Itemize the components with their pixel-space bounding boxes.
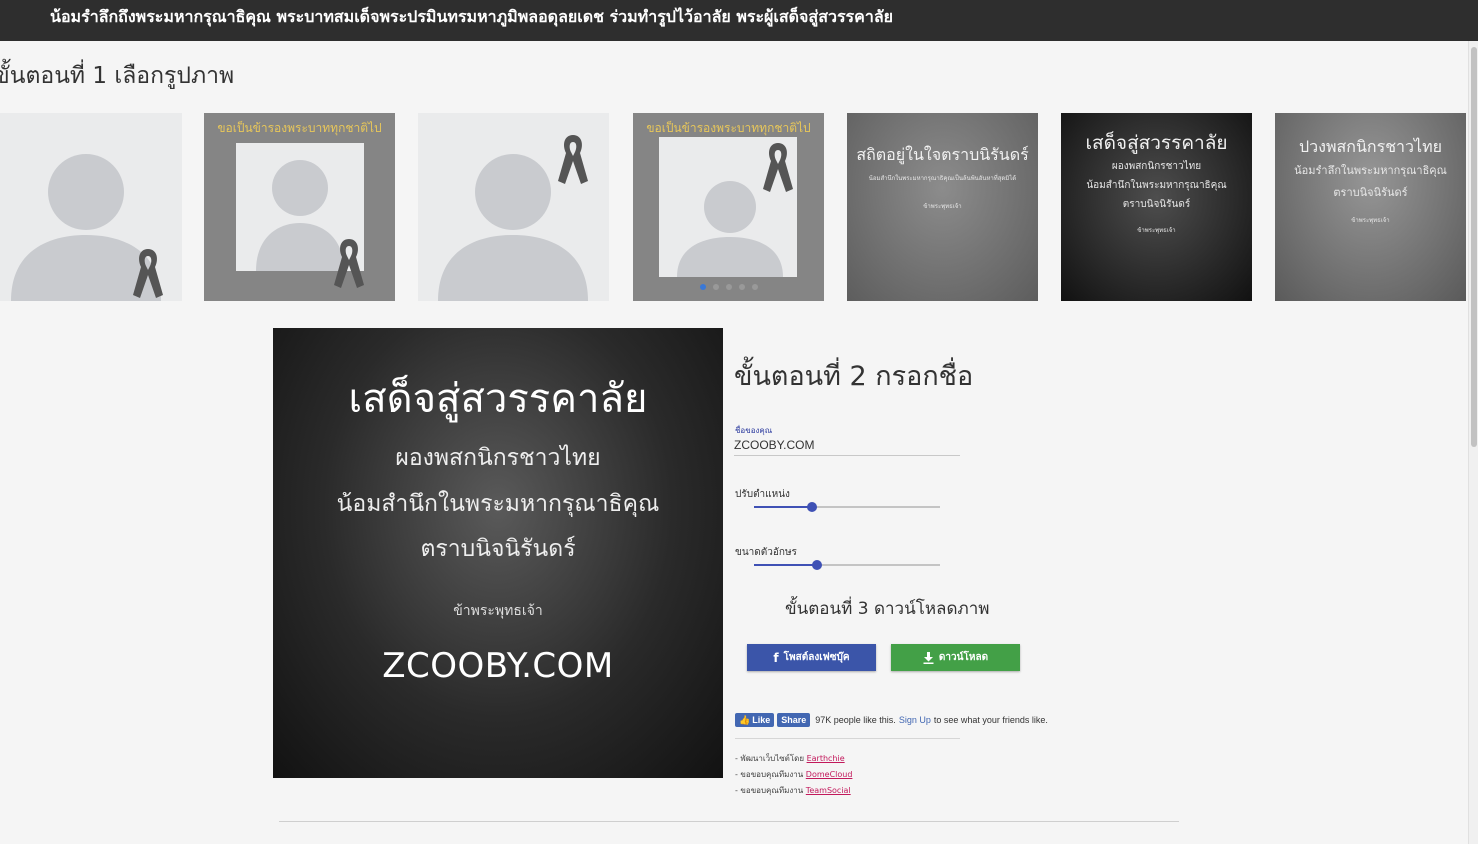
font-size-slider-label: ขนาดตัวอักษร [735,547,797,558]
font-size-slider-handle[interactable] [812,560,823,570]
generated-image-preview: เสด็จสู่สวรรคาลัย ผองพสกนิกรชาวไทย น้อมส… [273,328,723,778]
facebook-like-widget: 👍 Like Share 97K people like this. Sign … [735,713,1048,727]
font-size-slider-fill [754,564,818,566]
preview-user-name: ZCOOBY.COM [382,646,614,686]
template-title: เสด็จสู่สวรรคาลัย [1085,132,1228,154]
step2-title: ขั้นตอนที่ 2 กรอกชื่อ [734,361,974,392]
share-button[interactable]: Share [777,713,811,727]
step3-title: ขั้นตอนที่ 3 ดาวน์โหลดภาพ [785,599,990,619]
template-line: ผองพสกนิกรชาวไทย [1111,161,1202,172]
template-thumb-7[interactable]: ปวงพสกนิกรชาวไทย น้อมรำลึกในพระมหากรุณาธ… [1275,113,1466,301]
preview-line-3: ตราบนิจนิรันดร์ [420,536,576,562]
download-button[interactable]: ดาวน์โหลด [891,644,1020,671]
preview-line-2: น้อมสำนึกในพระมหากรุณาธิคุณ [336,491,660,517]
download-button-label: ดาวน์โหลด [938,652,989,663]
download-arrow-icon [923,651,934,664]
scrollbar-thumb[interactable] [1471,47,1477,447]
template-thumb-6[interactable]: เสด็จสู่สวรรคาลัย ผองพสกนิกรชาวไทย น้อมส… [1061,113,1252,301]
like-button-label: Like [752,715,771,725]
template-line: น้อมสำนึกในพระมหากรุณาธิคุณ [1086,180,1227,191]
facebook-f-icon: f [773,650,779,665]
template-title: ปวงพสกนิกรชาวไทย [1299,137,1442,156]
template-line: ตราบนิจนิรันดร์ [1333,186,1408,199]
frame-caption: ขอเป็นข้ารองพระบาททุกชาติไป [646,121,811,135]
thumbs-up-icon: 👍 [739,714,751,725]
template-thumb-4-carousel[interactable]: ขอเป็นข้ารองพระบาททุกชาติไป [633,113,824,301]
preview-title: เสด็จสู่สวรรคาลัย [348,376,648,422]
footer-divider [279,821,1179,822]
credit-line-3: - ขอขอบคุณทีมงาน TeamSocial [735,784,851,797]
share-button-label: Share [781,715,807,725]
position-slider-fill [754,506,812,508]
like-button[interactable]: 👍 Like [735,713,775,727]
preview-signature: ข้าพระพุทธเจ้า [453,603,543,619]
mourning-ribbon-icon [763,143,793,192]
position-slider-label: ปรับตำแหน่ง [735,489,790,500]
credit-line-1: - พัฒนาเว็บไซต์โดย Earthchie [735,752,845,765]
post-to-facebook-button[interactable]: f โพสต์ลงเฟซบุ๊ค [747,644,876,671]
template-line: น้อมรำลึกในพระมหากรุณาธิคุณ [1294,164,1447,177]
carousel-dot[interactable] [738,284,745,290]
mourning-ribbon-icon [558,135,588,184]
carousel-dot[interactable] [712,284,719,290]
name-input[interactable] [734,436,960,456]
credit-prefix: - ขอขอบคุณทีมงาน [735,770,804,779]
vertical-scrollbar[interactable] [1468,41,1478,844]
carousel-dot[interactable] [751,284,758,290]
signup-suffix-text: to see what your friends like. [933,715,1048,725]
mourning-ribbon-icon [334,239,364,288]
credit-link-domecloud[interactable]: DomeCloud [806,770,853,779]
credit-prefix: - ขอขอบคุณทีมงาน [735,786,804,795]
mourning-ribbon-icon [133,249,163,298]
carousel-dots [633,284,824,290]
template-thumb-3[interactable] [418,113,609,301]
carousel-dot[interactable] [725,284,732,290]
carousel-dot[interactable] [699,284,706,290]
frame-caption: ขอเป็นข้ารองพระบาททุกชาติไป [217,121,382,135]
template-thumb-1[interactable] [0,113,182,301]
template-line: ตราบนิจนิรันดร์ [1122,199,1191,210]
divider [735,738,960,739]
template-thumb-5[interactable]: สถิตอยู่ในใจตราบนิรันดร์ น้อมสำนึกในพระม… [847,113,1038,301]
user-silhouette-icon [677,181,783,277]
credit-prefix: - พัฒนาเว็บไซต์โดย [735,754,805,763]
page-title: น้อมรำลึกถึงพระมหากรุณาธิคุณ พระบาทสมเด็… [50,7,893,26]
template-signature: ข้าพระพุทธเจ้า [1351,217,1390,224]
facebook-button-label: โพสต์ลงเฟซบุ๊ค [783,652,850,663]
signup-link[interactable]: Sign Up [899,715,931,725]
user-silhouette-icon [256,160,344,271]
template-signature: ข้าพระพุทธเจ้า [923,203,962,210]
credit-line-2: - ขอขอบคุณทีมงาน DomeCloud [735,768,852,781]
template-thumb-2[interactable]: ขอเป็นข้ารองพระบาททุกชาติไป [204,113,395,301]
template-title: สถิตอยู่ในใจตราบนิรันดร์ [856,145,1029,164]
step1-title: ขั้นตอนที่ 1 เลือกรูปภาพ [0,63,235,89]
template-line: น้อมสำนึกในพระมหากรุณาธิคุณเป็นล้นพ้นอัน… [868,175,1017,182]
credit-link-earthchie[interactable]: Earthchie [807,754,845,763]
preview-line-1: ผองพสกนิกรชาวไทย [395,445,601,471]
font-size-slider[interactable] [754,560,940,570]
like-count-text: 97K people like this. [815,715,896,725]
template-signature: ข้าพระพุทธเจ้า [1137,227,1176,234]
position-slider-handle[interactable] [806,502,817,512]
position-slider[interactable] [754,502,940,512]
top-header-bar: น้อมรำลึกถึงพระมหากรุณาธิคุณ พระบาทสมเด็… [0,0,1478,41]
credit-link-teamsocial[interactable]: TeamSocial [806,786,851,795]
